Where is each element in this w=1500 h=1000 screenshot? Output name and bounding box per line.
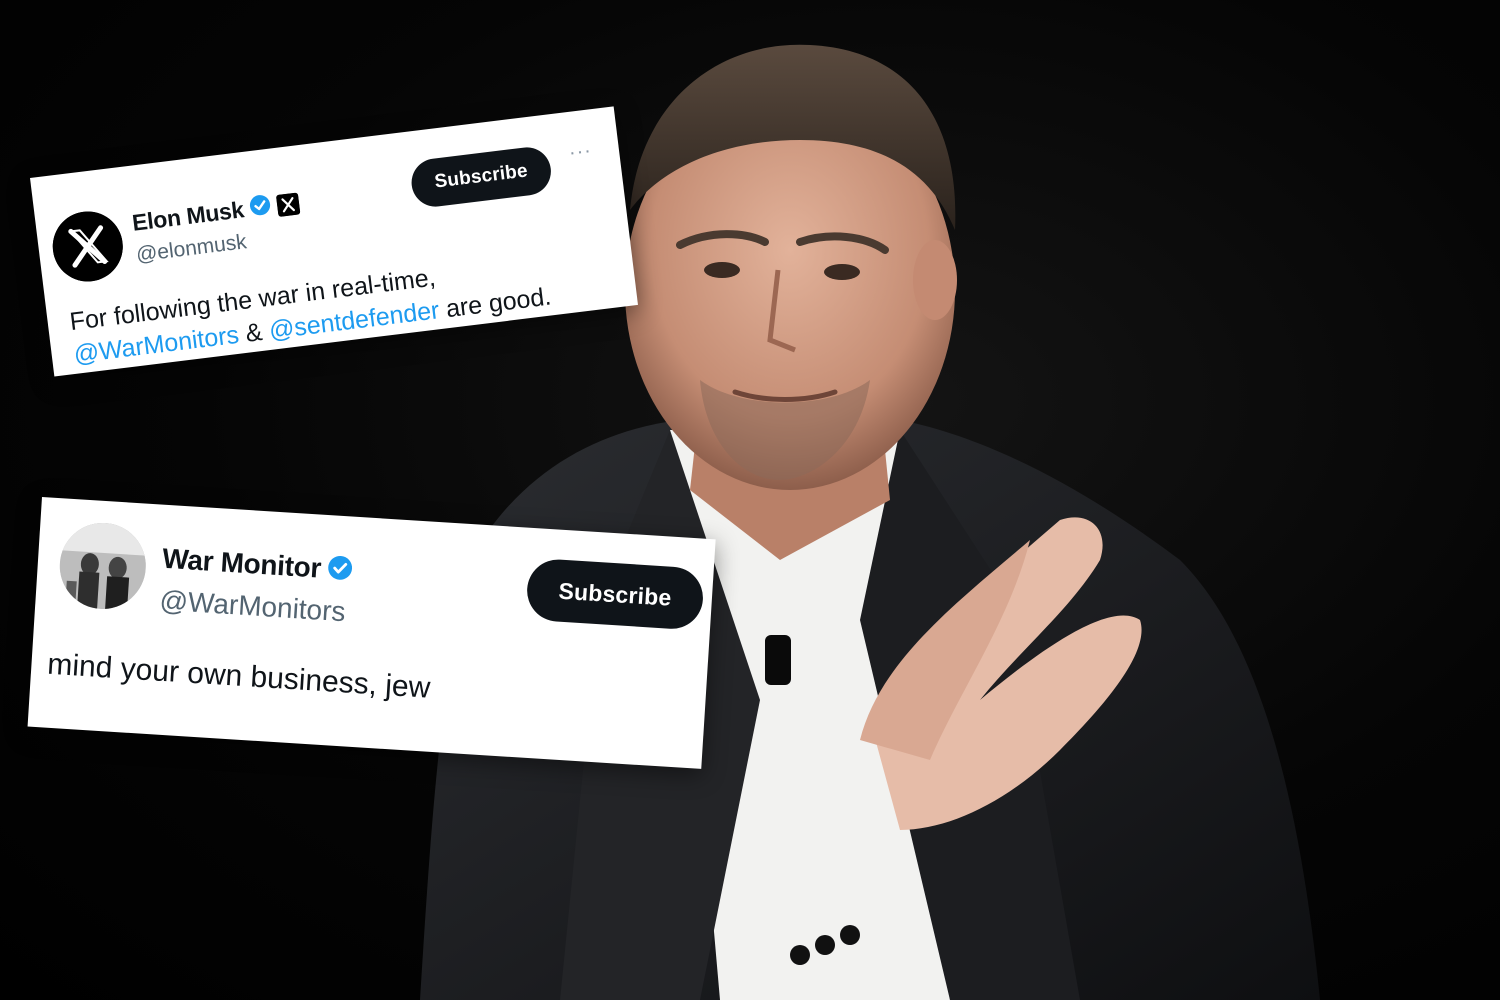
display-name[interactable]: War Monitor (161, 543, 322, 585)
war-monitor-avatar[interactable] (57, 520, 149, 612)
x-logo-icon (48, 207, 127, 286)
verified-badge-icon (326, 554, 354, 587)
handle[interactable]: @elonmusk (135, 230, 248, 267)
display-name-row: Elon Musk (131, 189, 301, 236)
tweet-card-warmonitor: War Monitor @WarMonitors Subscribe mind … (27, 497, 716, 769)
verified-badge-icon (248, 193, 273, 222)
handle[interactable]: @WarMonitors (159, 585, 347, 629)
person-photo (420, 44, 1320, 1000)
subscribe-button[interactable]: Subscribe (525, 557, 705, 631)
tweet-text: mind your own business, jew (46, 647, 432, 705)
display-name-row: War Monitor (161, 543, 354, 587)
composite-image: Elon Musk @elonmusk Subscribe ··· For fo… (0, 0, 1500, 1000)
more-options-icon[interactable]: ··· (568, 139, 594, 165)
display-name[interactable]: Elon Musk (131, 196, 246, 236)
photo-avatar (57, 520, 149, 612)
x-logo-avatar[interactable] (48, 207, 127, 286)
tweet-text-connector: & (237, 317, 271, 349)
subscribe-button[interactable]: Subscribe (408, 144, 554, 210)
x-affiliate-badge-icon (276, 191, 301, 217)
